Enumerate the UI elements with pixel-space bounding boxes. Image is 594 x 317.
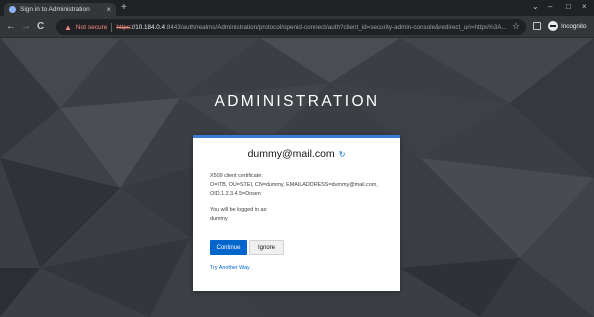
sidebar-icon[interactable] [533, 22, 541, 30]
incognito-label: Incognito [561, 22, 587, 30]
login-as-label: You will be logged in as: [210, 207, 268, 213]
url-host: ://10.184.0.4 [130, 23, 166, 31]
url-path: :8443/auth/realms/Administration/protoco… [165, 23, 507, 31]
tab-search-icon[interactable]: ⌄ [532, 2, 539, 11]
url-scheme: https [116, 23, 131, 31]
address-bar[interactable]: ▲ Not secure https://10.184.0.4:8443/aut… [56, 19, 526, 35]
tab-title: Sign in to Administration [20, 6, 90, 13]
login-as-user: dummy [210, 216, 228, 222]
username-text: dummy@mail.com [247, 148, 335, 160]
url-text[interactable]: https://10.184.0.4:8443/auth/realms/Admi… [116, 24, 506, 31]
maximize-button[interactable]: □ [566, 2, 571, 11]
star-icon[interactable]: ☆ [512, 21, 520, 31]
new-tab-button[interactable]: + [121, 3, 127, 13]
not-secure-label[interactable]: Not secure [76, 24, 107, 31]
tab-strip: Sign in to Administration × + ⌄ – □ × [0, 0, 594, 16]
continue-button[interactable]: Continue [210, 240, 247, 255]
cert-subject-line: O=ITB, OU=STEI, CN=dummy, EMAILADDRESS=d… [210, 182, 378, 188]
realm-title: ADMINISTRATION [214, 93, 380, 110]
browser-toolbar: ← → C ▲ Not secure https://10.184.0.4:84… [0, 16, 594, 38]
cert-heading: X509 client certificate: [210, 173, 263, 179]
close-window-button[interactable]: × [582, 2, 587, 11]
minimize-button[interactable]: – [548, 2, 552, 11]
back-button[interactable]: ← [6, 21, 16, 32]
incognito-icon [548, 21, 558, 31]
ignore-button[interactable]: Ignore [249, 240, 284, 255]
incognito-indicator[interactable]: Incognito [548, 21, 587, 31]
tab-close-icon[interactable]: × [106, 5, 111, 14]
browser-tab[interactable]: Sign in to Administration × [4, 3, 116, 16]
warning-icon[interactable]: ▲ [64, 23, 72, 32]
username-heading: dummy@mail.com ↻ [193, 148, 400, 160]
url-divider [111, 22, 113, 32]
try-another-way-link[interactable]: Try Another Way [210, 265, 250, 271]
reset-login-icon[interactable]: ↻ [339, 150, 346, 159]
favicon-icon [9, 6, 16, 13]
login-card: dummy@mail.com ↻ X509 client certificate:… [193, 135, 400, 291]
cert-subject-line: OID.1.2.3.4.5=Dosen [210, 191, 261, 197]
page-viewport: ADMINISTRATION dummy@mail.com ↻ X509 clie… [0, 38, 594, 317]
forward-button[interactable]: → [21, 21, 31, 32]
reload-button[interactable]: C [37, 21, 44, 32]
